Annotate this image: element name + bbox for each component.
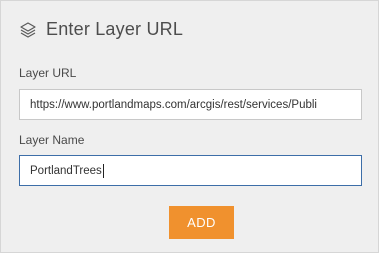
layer-url-label: Layer URL [19,66,77,80]
page-title: Enter Layer URL [46,19,184,39]
panel-header: Enter Layer URL [19,19,183,40]
layer-url-input[interactable]: https://www.portlandmaps.com/arcgis/rest… [19,89,362,120]
layer-name-value: PortlandTrees [30,164,102,177]
add-button[interactable]: ADD [169,206,234,239]
layer-url-value: https://www.portlandmaps.com/arcgis/rest… [30,98,317,111]
text-cursor [102,163,104,178]
layer-name-input[interactable]: PortlandTrees [19,155,362,186]
enter-layer-url-panel: Enter Layer URL Layer URL https://www.po… [0,0,379,253]
layer-name-label: Layer Name [19,133,85,147]
layers-icon [20,21,36,38]
